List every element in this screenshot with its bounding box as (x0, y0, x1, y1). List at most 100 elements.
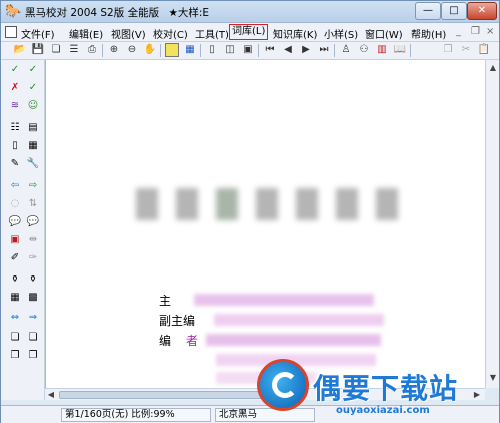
menu-view[interactable]: 视图(V) (111, 26, 146, 41)
blurred-title-char (216, 188, 238, 220)
arrow-right-icon[interactable]: ⇨ (25, 178, 41, 194)
app-title: 黑马校对 2004 S2版 全能版 (25, 7, 160, 19)
arrows-icon[interactable]: ⇅ (25, 196, 41, 212)
menu-restore-doc-icon[interactable]: ❐ (471, 26, 480, 37)
scroll-up-icon[interactable]: ▲ (488, 62, 498, 74)
grid-icon[interactable]: ▦ (183, 43, 197, 57)
horizontal-scroll-thumb[interactable] (59, 391, 289, 399)
abc-purple-icon[interactable]: ≋ (7, 98, 23, 114)
last-page-icon[interactable]: ⏭ (317, 43, 331, 57)
save-icon[interactable]: 💾 (31, 43, 45, 57)
document-menu-icon[interactable] (5, 26, 17, 38)
scroll-right-icon[interactable]: ▶ (471, 389, 483, 401)
check-abc-icon[interactable]: ✓ (7, 62, 23, 78)
list-check-icon[interactable]: ☷ (7, 120, 23, 136)
x-mark-icon[interactable]: ✗ (7, 80, 23, 96)
chart-icon[interactable]: ▥ (375, 43, 389, 57)
person-icon[interactable]: ♙ (339, 43, 353, 57)
circle-icon[interactable]: ◌ (7, 196, 23, 212)
print-icon[interactable]: ⎙ (85, 43, 99, 57)
zoom-out-icon[interactable]: ⊖ (125, 43, 139, 57)
page-double-icon[interactable]: ◫ (223, 43, 237, 57)
blurred-credit-names (194, 294, 374, 306)
blurred-title-char (136, 188, 158, 220)
toolbar-separator (102, 44, 103, 57)
menu-minimize-doc-icon[interactable]: _ (456, 26, 461, 37)
menu-edit[interactable]: 编辑(E) (69, 26, 103, 41)
doc-red-icon[interactable]: ▤ (25, 120, 41, 136)
menu-window[interactable]: 窗口(W) (365, 26, 403, 41)
menu-sample[interactable]: 小样(S) (324, 26, 358, 41)
bottle-plus-icon[interactable]: ⚱ (25, 272, 41, 288)
main-toolbar: 📂 💾 ❏ ☰ ⎙ ⊕ ⊖ ✋ ▦ ▯ ◫ ▣ ⏮ ◀ ▶ ⏭ ♙ ⚇ ▥ 📖 … (1, 42, 499, 60)
scroll-down-icon[interactable]: ▼ (488, 372, 498, 384)
open-icon[interactable]: 📂 (13, 43, 27, 57)
toolbar-separator (334, 44, 335, 57)
comment-list-icon[interactable]: ▣ (7, 232, 23, 248)
connector-icon[interactable]: ⇔ (7, 310, 23, 326)
pencil-gray-icon[interactable]: ✑ (25, 250, 41, 266)
doc-copy-icon[interactable]: ❐ (7, 348, 23, 364)
credit-role-editor: 编 (159, 334, 172, 348)
menu-proofread[interactable]: 校对(C) (153, 26, 188, 41)
maximize-button[interactable]: □ (441, 2, 467, 20)
page-multi-icon[interactable]: ▣ (241, 43, 255, 57)
dropper-icon[interactable]: ✐ (7, 250, 23, 266)
menu-close-doc-icon[interactable]: × (486, 26, 494, 37)
zoom-in-icon[interactable]: ⊕ (107, 43, 121, 57)
minimize-button[interactable]: — (415, 2, 441, 20)
play-icon[interactable]: ▶ (299, 43, 313, 57)
close-button[interactable]: ✕ (467, 2, 497, 20)
cut-icon[interactable]: ✂ (459, 43, 473, 57)
doc-stack-alt-icon[interactable]: ❏ (25, 330, 41, 346)
document-page[interactable]: 主 副主编 编 者 (45, 60, 485, 388)
prev-page-icon[interactable]: ◀ (281, 43, 295, 57)
menu-help[interactable]: 帮助(H) (411, 26, 446, 41)
toolbar-separator (160, 44, 161, 57)
copy-disabled-icon[interactable]: ❐ (441, 43, 455, 57)
link-icon[interactable]: ⇒ (25, 310, 41, 326)
copy-icon[interactable]: ❏ (49, 43, 63, 57)
menu-lexicon[interactable]: 词库(L) (229, 24, 269, 40)
page-view-icon[interactable] (165, 43, 179, 57)
left-toolbar: ✓ ✓ ✗ ✓ ≋ ☺ ☷ ▤ ▯ ▦ ✎ 🔧 ⇦ ⇨ ◌ ⇅ 💬 💬 ▣ ⇹ … (1, 60, 45, 400)
document-icon[interactable]: ▯ (7, 138, 23, 154)
toolbar-separator (410, 44, 411, 57)
bottle-icon[interactable]: ⚱ (7, 272, 23, 288)
credit-role-editor-suffix: 者 (186, 334, 199, 348)
menu-knowledge[interactable]: 知识库(K) (273, 26, 317, 41)
hand-icon[interactable]: ✋ (143, 43, 157, 57)
page-single-icon[interactable]: ▯ (205, 43, 219, 57)
blurred-title-char (336, 188, 358, 220)
check-abc-alt-icon[interactable]: ✓ (25, 62, 41, 78)
vertical-scrollbar[interactable]: ▲ ▼ (485, 60, 499, 388)
status-page-info: 第1/160页(无) 比例:99% (61, 408, 211, 422)
menu-file[interactable]: 文件(F) (21, 26, 55, 41)
book-icon[interactable]: 📖 (393, 43, 407, 57)
scroll-left-icon[interactable]: ◀ (45, 389, 57, 401)
doc-copy-alt-icon[interactable]: ❐ (25, 348, 41, 364)
calendar-icon[interactable]: ▦ (7, 290, 23, 306)
wrench-icon[interactable]: 🔧 (25, 156, 41, 172)
blurred-credit-names (214, 314, 384, 326)
blurred-credit-names (206, 334, 381, 346)
menu-tools[interactable]: 工具(T) (195, 26, 229, 41)
image-icon[interactable]: ▩ (25, 290, 41, 306)
person-green-icon[interactable]: ☺ (25, 98, 41, 114)
app-window: 🐎 黑马校对 2004 S2版 全能版 ★大样:E — □ ✕ 文件(F) 编辑… (0, 0, 500, 423)
title-bar[interactable]: 🐎 黑马校对 2004 S2版 全能版 ★大样:E — □ ✕ (1, 1, 499, 23)
comment-purple-icon[interactable]: 💬 (25, 214, 41, 230)
split-icon[interactable]: ⇹ (25, 232, 41, 248)
book-grid-icon[interactable]: ▦ (25, 138, 41, 154)
doc-stack-icon[interactable]: ❏ (7, 330, 23, 346)
toolbar-separator (200, 44, 201, 57)
credit-role-deputy: 副主编 (159, 314, 196, 328)
first-page-icon[interactable]: ⏮ (263, 43, 277, 57)
list-icon[interactable]: ☰ (67, 43, 81, 57)
edit-icon[interactable]: ✎ (7, 156, 23, 172)
paste-icon[interactable]: 📋 (477, 43, 491, 57)
comment-red-icon[interactable]: 💬 (7, 214, 23, 230)
binoculars-icon[interactable]: ⚇ (357, 43, 371, 57)
arrow-left-icon[interactable]: ⇦ (7, 178, 23, 194)
check-green-icon[interactable]: ✓ (25, 80, 41, 96)
